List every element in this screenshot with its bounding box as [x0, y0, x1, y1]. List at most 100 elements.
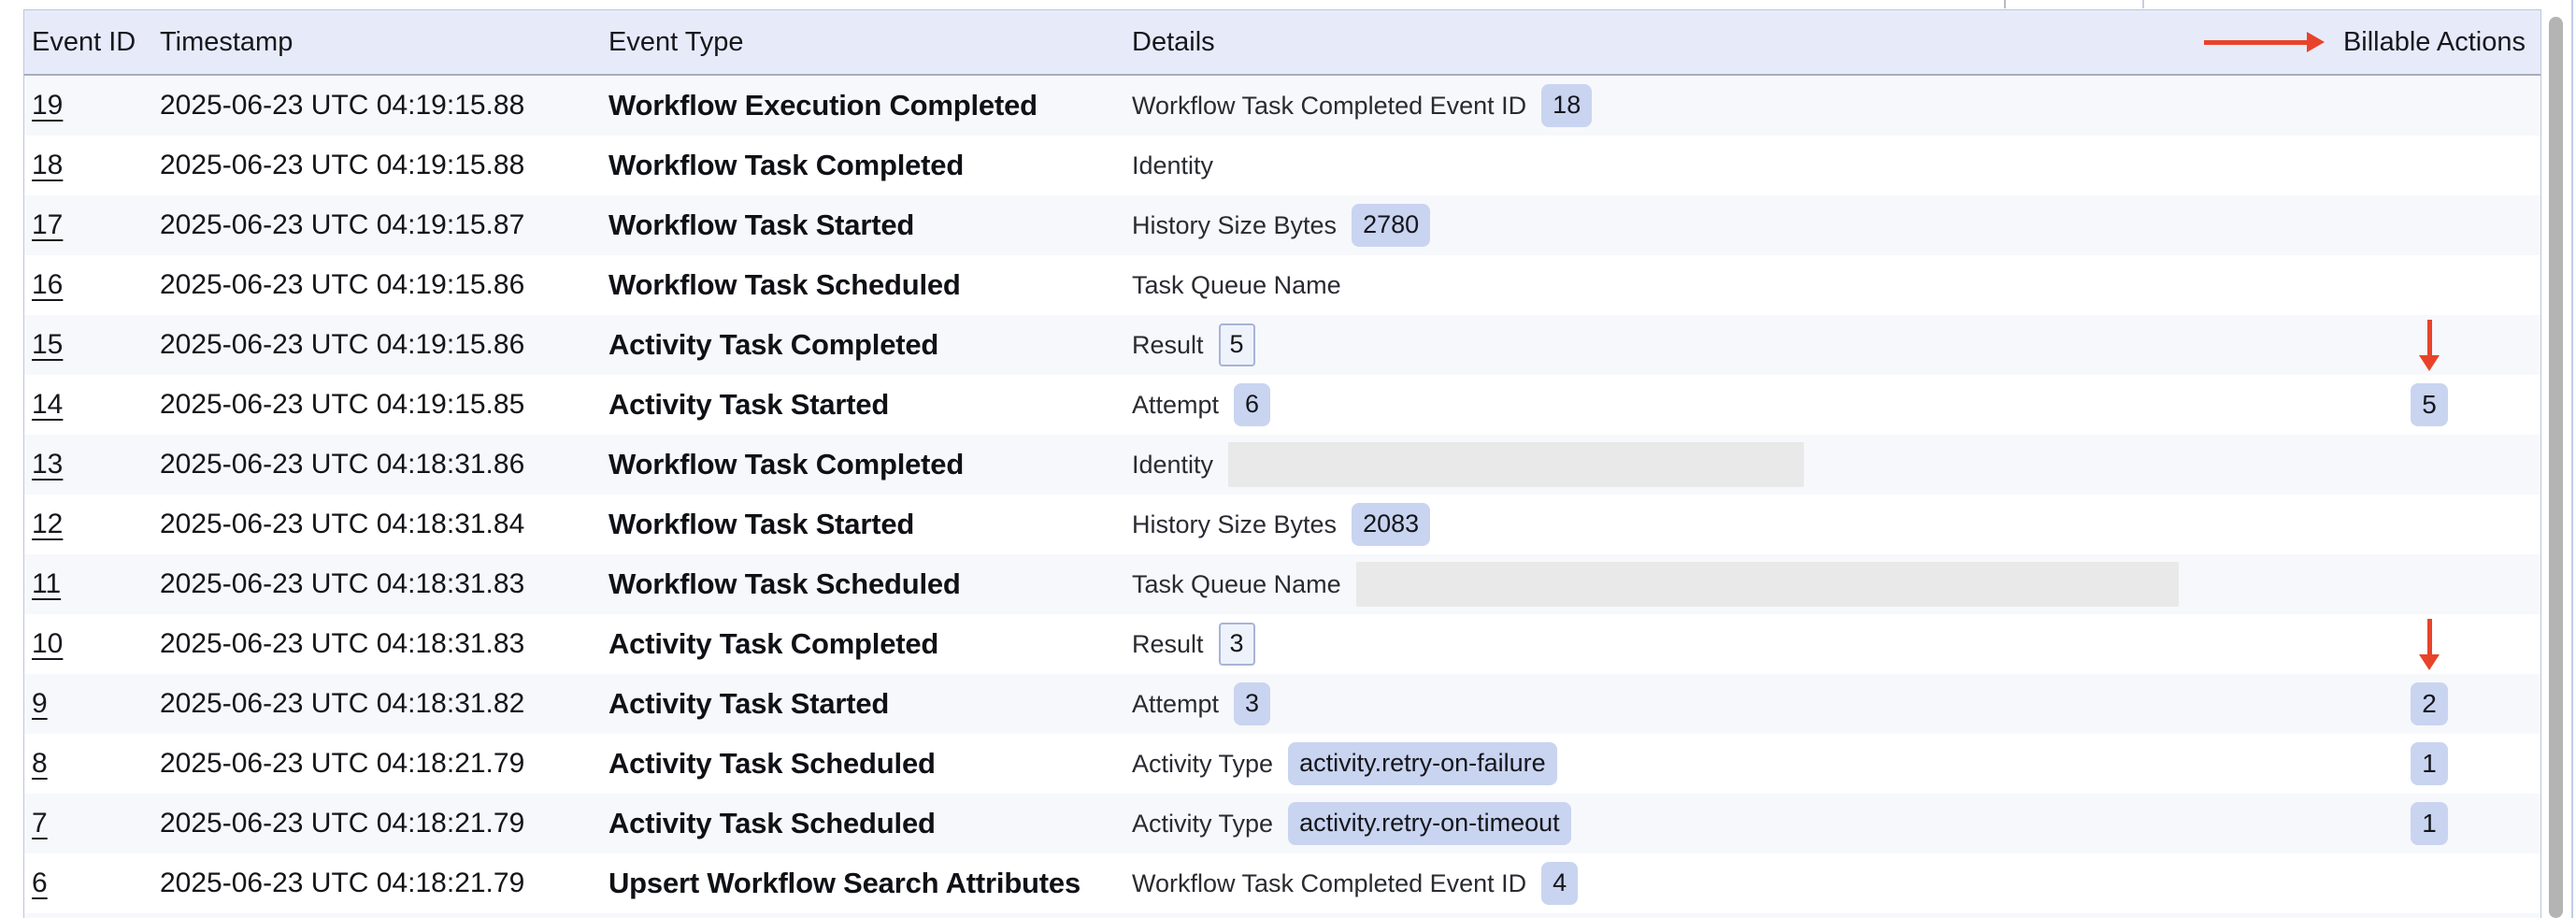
red-arrow-down-icon — [2419, 320, 2440, 371]
event-details: History Size Bytes 2780 — [1132, 204, 2197, 246]
event-id-link[interactable]: 19 — [32, 90, 63, 121]
top-edge-artifact — [2142, 0, 2144, 8]
event-timestamp: 2025-06-23 UTC 04:18:31.86 — [160, 449, 608, 481]
detail-label: Activity Type — [1132, 750, 1273, 779]
detail-label: Attempt — [1132, 391, 1219, 420]
table-row[interactable]: 16 2025-06-23 UTC 04:19:15.86 Workflow T… — [24, 255, 2540, 315]
event-id-link[interactable]: 7 — [32, 808, 48, 839]
table-body: 19 2025-06-23 UTC 04:19:15.88 Workflow E… — [24, 76, 2540, 913]
detail-label: Result — [1132, 331, 1204, 360]
event-id-link[interactable]: 14 — [32, 389, 63, 420]
event-type: Workflow Task Scheduled — [608, 268, 1132, 302]
event-type: Activity Task Completed — [608, 328, 1132, 362]
event-type: Workflow Task Completed — [608, 448, 1132, 481]
event-timestamp: 2025-06-23 UTC 04:18:31.84 — [160, 509, 608, 540]
event-id-link[interactable]: 15 — [32, 329, 63, 360]
detail-value-badge: 3 — [1234, 682, 1270, 724]
detail-label: Identity — [1132, 451, 1213, 480]
event-type: Upsert Workflow Search Attributes — [608, 867, 1132, 900]
billable-actions-cell: 2 — [2197, 682, 2540, 725]
table-row[interactable]: 7 2025-06-23 UTC 04:18:21.79 Activity Ta… — [24, 794, 2540, 853]
table-row[interactable]: 19 2025-06-23 UTC 04:19:15.88 Workflow E… — [24, 76, 2540, 136]
detail-value-badge: 2083 — [1352, 503, 1430, 545]
detail-value-badge: 6 — [1234, 383, 1270, 425]
viewport-right-border — [2571, 0, 2573, 918]
event-type: Workflow Task Scheduled — [608, 567, 1132, 601]
event-id-link[interactable]: 13 — [32, 449, 63, 480]
event-id-link[interactable]: 16 — [32, 269, 63, 300]
table-row[interactable]: 6 2025-06-23 UTC 04:18:21.79 Upsert Work… — [24, 853, 2540, 913]
detail-value-badge: 3 — [1219, 623, 1255, 665]
table-row[interactable]: 18 2025-06-23 UTC 04:19:15.88 Workflow T… — [24, 136, 2540, 195]
event-id-link[interactable]: 10 — [32, 628, 63, 659]
event-details: History Size Bytes 2083 — [1132, 503, 2197, 545]
column-header-event-type: Event Type — [608, 27, 1132, 58]
event-details: Attempt 6 — [1132, 383, 2197, 425]
event-id-link[interactable]: 6 — [32, 868, 48, 898]
event-timestamp: 2025-06-23 UTC 04:19:15.86 — [160, 329, 608, 361]
event-timestamp: 2025-06-23 UTC 04:19:15.88 — [160, 90, 608, 122]
event-details: Activity Type activity.retry-on-failure — [1132, 742, 2197, 784]
table-row[interactable]: 11 2025-06-23 UTC 04:18:31.83 Workflow T… — [24, 554, 2540, 614]
event-type: Workflow Task Started — [608, 208, 1132, 242]
event-history-table: Event ID Timestamp Event Type Details Bi… — [23, 9, 2541, 918]
billable-actions-cell: 1 — [2197, 802, 2540, 845]
event-timestamp: 2025-06-23 UTC 04:18:31.83 — [160, 628, 608, 660]
detail-label: Workflow Task Completed Event ID — [1132, 869, 1526, 898]
detail-value-badge: 18 — [1541, 84, 1592, 126]
event-type: Activity Task Scheduled — [608, 807, 1132, 840]
event-details: Result 5 — [1132, 323, 2197, 366]
event-details: Workflow Task Completed Event ID 18 — [1132, 84, 2197, 126]
event-id-link[interactable]: 18 — [32, 150, 63, 180]
event-id-link[interactable]: 17 — [32, 209, 63, 240]
event-id-link[interactable]: 8 — [32, 748, 48, 779]
table-row[interactable]: 14 2025-06-23 UTC 04:19:15.85 Activity T… — [24, 375, 2540, 435]
billable-actions-cell: 5 — [2197, 383, 2540, 426]
detail-value-badge: 5 — [1219, 323, 1255, 366]
event-timestamp: 2025-06-23 UTC 04:18:31.82 — [160, 688, 608, 720]
table-row[interactable]: 13 2025-06-23 UTC 04:18:31.86 Workflow T… — [24, 435, 2540, 495]
event-timestamp: 2025-06-23 UTC 04:18:31.83 — [160, 568, 608, 600]
column-header-billable-actions: Billable Actions — [2197, 27, 2540, 58]
detail-label: Identity — [1132, 151, 1213, 180]
detail-label: History Size Bytes — [1132, 211, 1337, 240]
event-timestamp: 2025-06-23 UTC 04:19:15.86 — [160, 269, 608, 301]
event-timestamp: 2025-06-23 UTC 04:19:15.85 — [160, 389, 608, 421]
event-timestamp: 2025-06-23 UTC 04:18:21.79 — [160, 748, 608, 780]
event-id-link[interactable]: 12 — [32, 509, 63, 539]
event-timestamp: 2025-06-23 UTC 04:18:21.79 — [160, 808, 608, 839]
event-details: Result 3 — [1132, 623, 2197, 665]
event-details: Task Queue Name — [1132, 562, 2197, 607]
event-details: Attempt 3 — [1132, 682, 2197, 724]
event-type: Activity Task Started — [608, 687, 1132, 721]
table-row[interactable]: 17 2025-06-23 UTC 04:19:15.87 Workflow T… — [24, 195, 2540, 255]
column-header-details: Details — [1132, 27, 2197, 58]
table-row[interactable]: 10 2025-06-23 UTC 04:18:31.83 Activity T… — [24, 614, 2540, 674]
detail-value-badge: activity.retry-on-timeout — [1288, 802, 1571, 844]
detail-value-badge: activity.retry-on-failure — [1288, 742, 1557, 784]
billable-count-badge: 2 — [2411, 682, 2448, 725]
billable-actions-cell — [2197, 320, 2540, 371]
red-arrow-down-icon — [2419, 619, 2440, 670]
table-row[interactable]: 9 2025-06-23 UTC 04:18:31.82 Activity Ta… — [24, 674, 2540, 734]
vertical-scrollbar-thumb[interactable] — [2549, 17, 2563, 918]
billable-actions-label: Billable Actions — [2343, 27, 2526, 58]
event-id-link[interactable]: 9 — [32, 688, 48, 719]
event-type: Workflow Task Completed — [608, 149, 1132, 182]
table-row[interactable]: 15 2025-06-23 UTC 04:19:15.86 Activity T… — [24, 315, 2540, 375]
detail-value-redacted — [1356, 562, 2179, 607]
billable-count-badge: 1 — [2411, 802, 2448, 845]
billable-count-badge: 5 — [2411, 383, 2448, 426]
top-edge-artifact — [2004, 0, 2006, 8]
event-details: Workflow Task Completed Event ID 4 — [1132, 862, 2197, 904]
event-details: Activity Type activity.retry-on-timeout — [1132, 802, 2197, 844]
detail-label: Activity Type — [1132, 810, 1273, 839]
table-row[interactable]: 8 2025-06-23 UTC 04:18:21.79 Activity Ta… — [24, 734, 2540, 794]
event-id-link[interactable]: 11 — [32, 568, 61, 599]
detail-label: Workflow Task Completed Event ID — [1132, 92, 1526, 121]
event-details: Identity — [1132, 151, 2197, 180]
detail-value-redacted — [1228, 442, 1804, 487]
column-header-timestamp: Timestamp — [160, 27, 608, 58]
detail-label: History Size Bytes — [1132, 510, 1337, 539]
table-row[interactable]: 12 2025-06-23 UTC 04:18:31.84 Workflow T… — [24, 495, 2540, 554]
